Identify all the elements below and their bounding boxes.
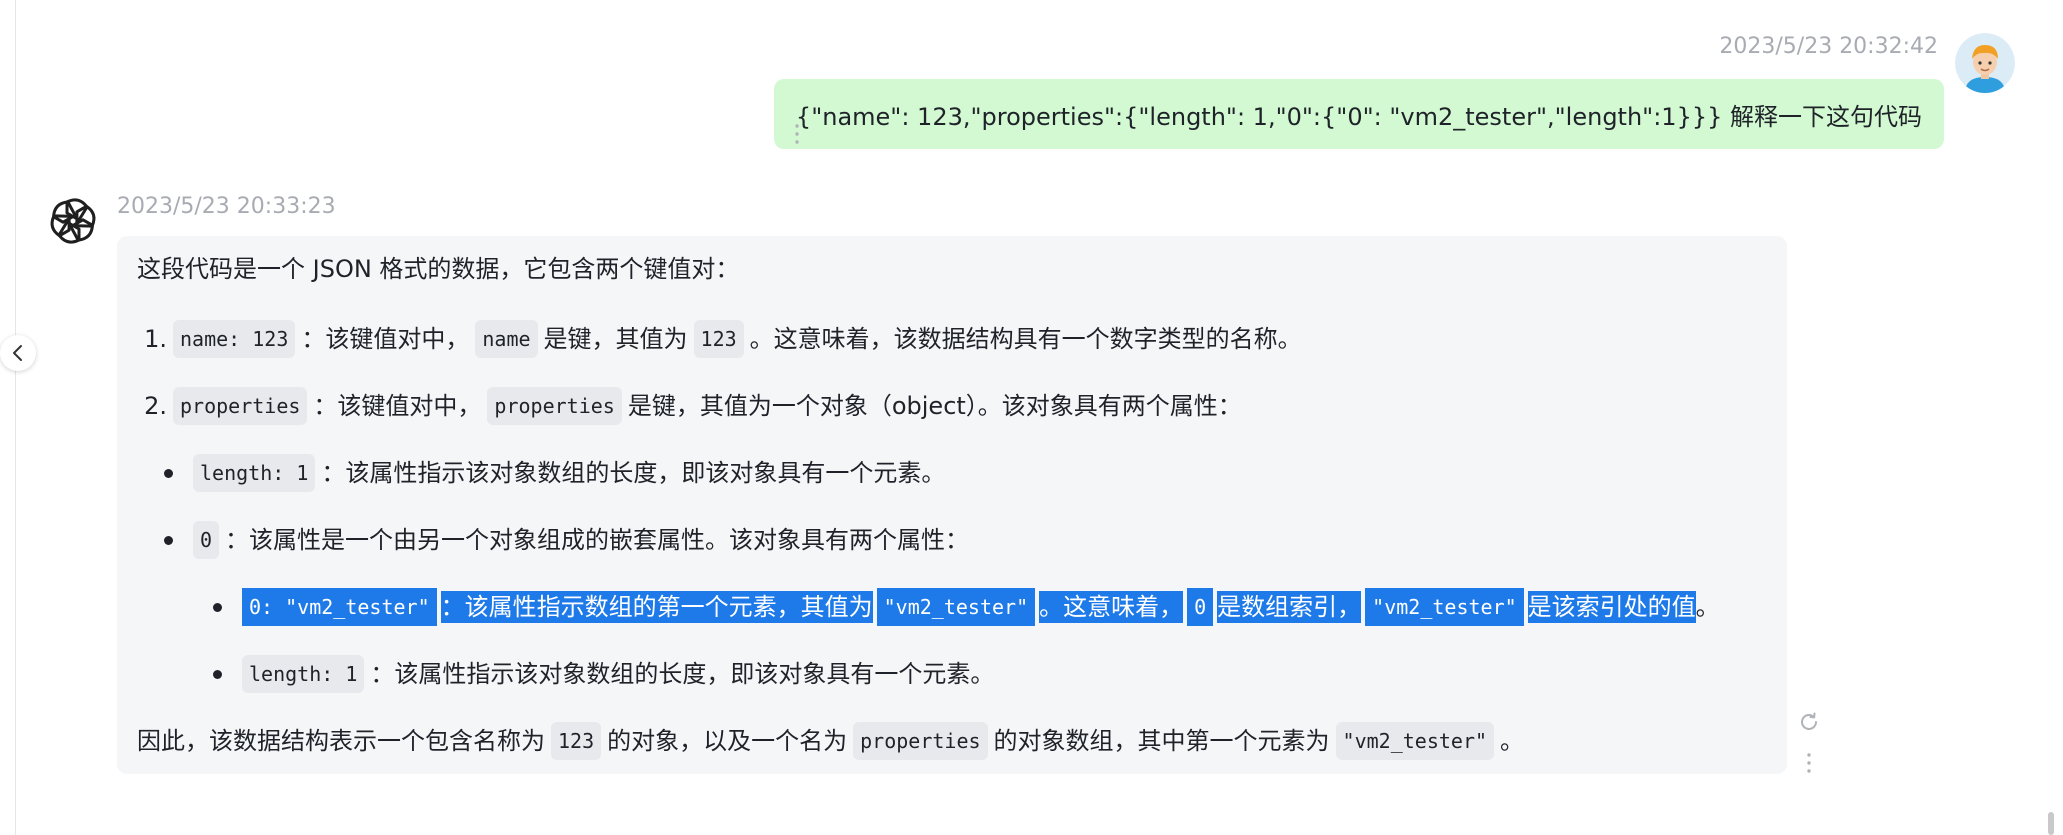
user-message-timestamp: 2023/5/23 20:32:42 bbox=[1719, 34, 1938, 59]
bullet-dot bbox=[213, 669, 222, 679]
answer-intro: 这段代码是一个 JSON 格式的数据，它包含两个键值对： bbox=[137, 255, 740, 283]
assistant-message-bubble: 这段代码是一个 JSON 格式的数据，它包含两个键值对： 1. name: 12… bbox=[117, 236, 1787, 774]
inline-code: properties bbox=[487, 387, 622, 425]
inline-code: "vm2_tester" bbox=[1335, 722, 1495, 760]
more-vertical-icon[interactable] bbox=[788, 120, 806, 150]
list-item: 1. name: 123 ：该键值对中， name 是键，其值为 123 。这意… bbox=[137, 320, 1302, 358]
inline-code: 0 bbox=[193, 521, 220, 559]
chat-page: 2023/5/23 20:32:42 {"name": 123,"propert… bbox=[0, 0, 2063, 835]
inline-code: 0: "vm2_tester" bbox=[242, 588, 437, 626]
inline-code: "vm2_tester" bbox=[1365, 588, 1524, 626]
user-message-text: {"name": 123,"properties":{"length": 1,"… bbox=[795, 102, 1922, 131]
inline-code: length: 1 bbox=[193, 454, 316, 492]
list-item: 0 ：该属性是一个由另一个对象组成的嵌套属性。该对象具有两个属性： bbox=[164, 521, 969, 559]
chevron-left-icon bbox=[13, 345, 22, 361]
sidebar-divider bbox=[15, 0, 16, 835]
inline-code: 0 bbox=[1187, 588, 1214, 626]
bullet-dot bbox=[164, 535, 173, 545]
bullet-dot bbox=[164, 468, 173, 478]
user-avatar bbox=[1955, 33, 2015, 93]
openai-logo-icon bbox=[50, 198, 96, 244]
bullet-dot bbox=[213, 602, 222, 612]
list-item: 2. properties ：该键值对中， properties 是键，其值为一… bbox=[137, 387, 1242, 425]
list-item: length: 1 ：该属性指示该对象数组的长度，即该对象具有一个元素。 bbox=[164, 454, 945, 492]
inline-code: "vm2_tester" bbox=[876, 588, 1036, 626]
assistant-message-timestamp: 2023/5/23 20:33:23 bbox=[117, 194, 336, 219]
answer-conclusion: 因此，该数据结构表示一个包含名称为 123 的对象，以及一个名为 propert… bbox=[137, 722, 1524, 760]
inline-code: properties bbox=[853, 722, 988, 760]
inline-code: properties bbox=[173, 387, 308, 425]
inline-code: 123 bbox=[693, 320, 744, 358]
refresh-icon[interactable] bbox=[1797, 710, 1821, 734]
inline-code: name: 123 bbox=[173, 320, 296, 358]
more-vertical-icon[interactable] bbox=[1797, 749, 1821, 779]
inline-code: 123 bbox=[551, 722, 602, 760]
list-item: length: 1 ：该属性指示该对象数组的长度，即该对象具有一个元素。 bbox=[213, 655, 994, 693]
collapse-sidebar-button[interactable] bbox=[0, 335, 36, 371]
inline-code: name bbox=[475, 320, 538, 358]
user-message-bubble: {"name": 123,"properties":{"length": 1,"… bbox=[773, 79, 1944, 149]
inline-code: length: 1 bbox=[242, 655, 365, 693]
scrollbar-thumb[interactable] bbox=[2048, 812, 2054, 835]
selected-list-item: 0: "vm2_tester" ：该属性指示数组的第一个元素，其值为 "vm2_… bbox=[213, 588, 1720, 626]
user-avatar-icon bbox=[1955, 33, 2015, 93]
